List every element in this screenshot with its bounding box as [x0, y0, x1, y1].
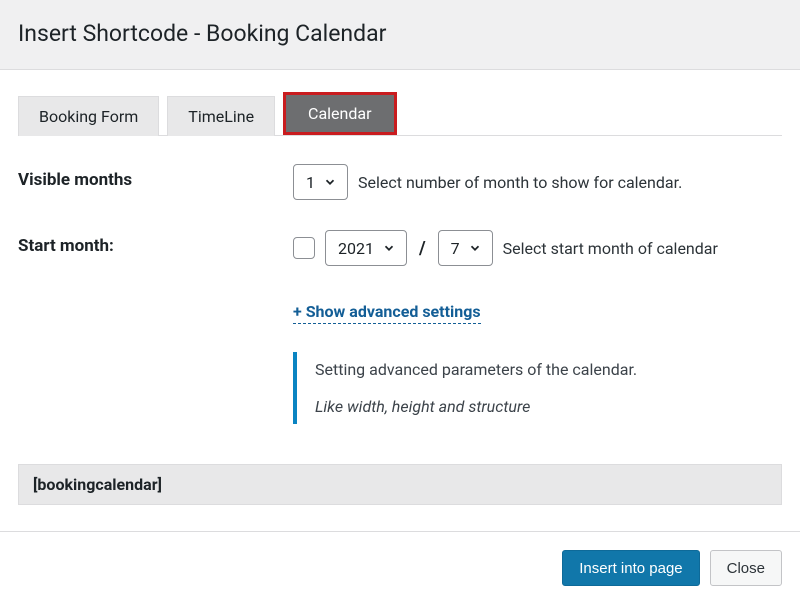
visible-months-hint: Select number of month to show for calen… — [358, 173, 682, 192]
visible-months-select[interactable]: 1 — [293, 164, 348, 200]
advanced-desc-2: Like width, height and structure — [315, 397, 637, 416]
form-area: Visible months 1 Select number of month … — [18, 136, 782, 434]
row-visible-months: Visible months 1 Select number of month … — [18, 164, 782, 200]
close-button[interactable]: Close — [710, 550, 782, 586]
tabs: Booking Form TimeLine Calendar — [18, 92, 782, 136]
tab-timeline[interactable]: TimeLine — [167, 96, 275, 136]
dialog: Insert Shortcode - Booking Calendar Book… — [0, 0, 800, 604]
tab-calendar[interactable]: Calendar — [283, 92, 396, 135]
start-year-value: 2021 — [338, 239, 374, 258]
chevron-down-icon — [468, 241, 482, 255]
advanced-info-box: Setting advanced parameters of the calen… — [293, 352, 637, 424]
start-month-line: 2021 / 7 Select start month o — [293, 230, 718, 266]
shortcode-output[interactable]: [bookingcalendar] — [18, 464, 782, 505]
date-separator: / — [417, 238, 428, 259]
start-month-value: 7 — [451, 239, 460, 258]
dialog-header: Insert Shortcode - Booking Calendar — [0, 0, 800, 70]
row-start-month: Start month: 2021 / 7 — [18, 230, 782, 434]
visible-months-label: Visible months — [18, 164, 293, 190]
tab-booking-form[interactable]: Booking Form — [18, 96, 159, 136]
chevron-down-icon — [323, 175, 337, 189]
start-month-hint: Select start month of calendar — [503, 239, 718, 258]
advanced-desc-1: Setting advanced parameters of the calen… — [315, 360, 637, 379]
start-month-select[interactable]: 7 — [438, 230, 493, 266]
dialog-body: Booking Form TimeLine Calendar Visible m… — [0, 70, 800, 434]
start-year-select[interactable]: 2021 — [325, 230, 407, 266]
dialog-footer: Insert into page Close — [0, 531, 800, 604]
visible-months-value: 1 — [306, 173, 315, 192]
advanced-settings-link[interactable]: + Show advanced settings — [293, 302, 481, 324]
chevron-down-icon — [382, 241, 396, 255]
visible-months-controls: 1 Select number of month to show for cal… — [293, 164, 782, 200]
start-month-controls: 2021 / 7 Select start month o — [293, 230, 782, 434]
dialog-title: Insert Shortcode - Booking Calendar — [18, 20, 782, 47]
start-month-label: Start month: — [18, 230, 293, 256]
start-month-checkbox[interactable] — [293, 237, 315, 259]
insert-button[interactable]: Insert into page — [562, 550, 699, 586]
